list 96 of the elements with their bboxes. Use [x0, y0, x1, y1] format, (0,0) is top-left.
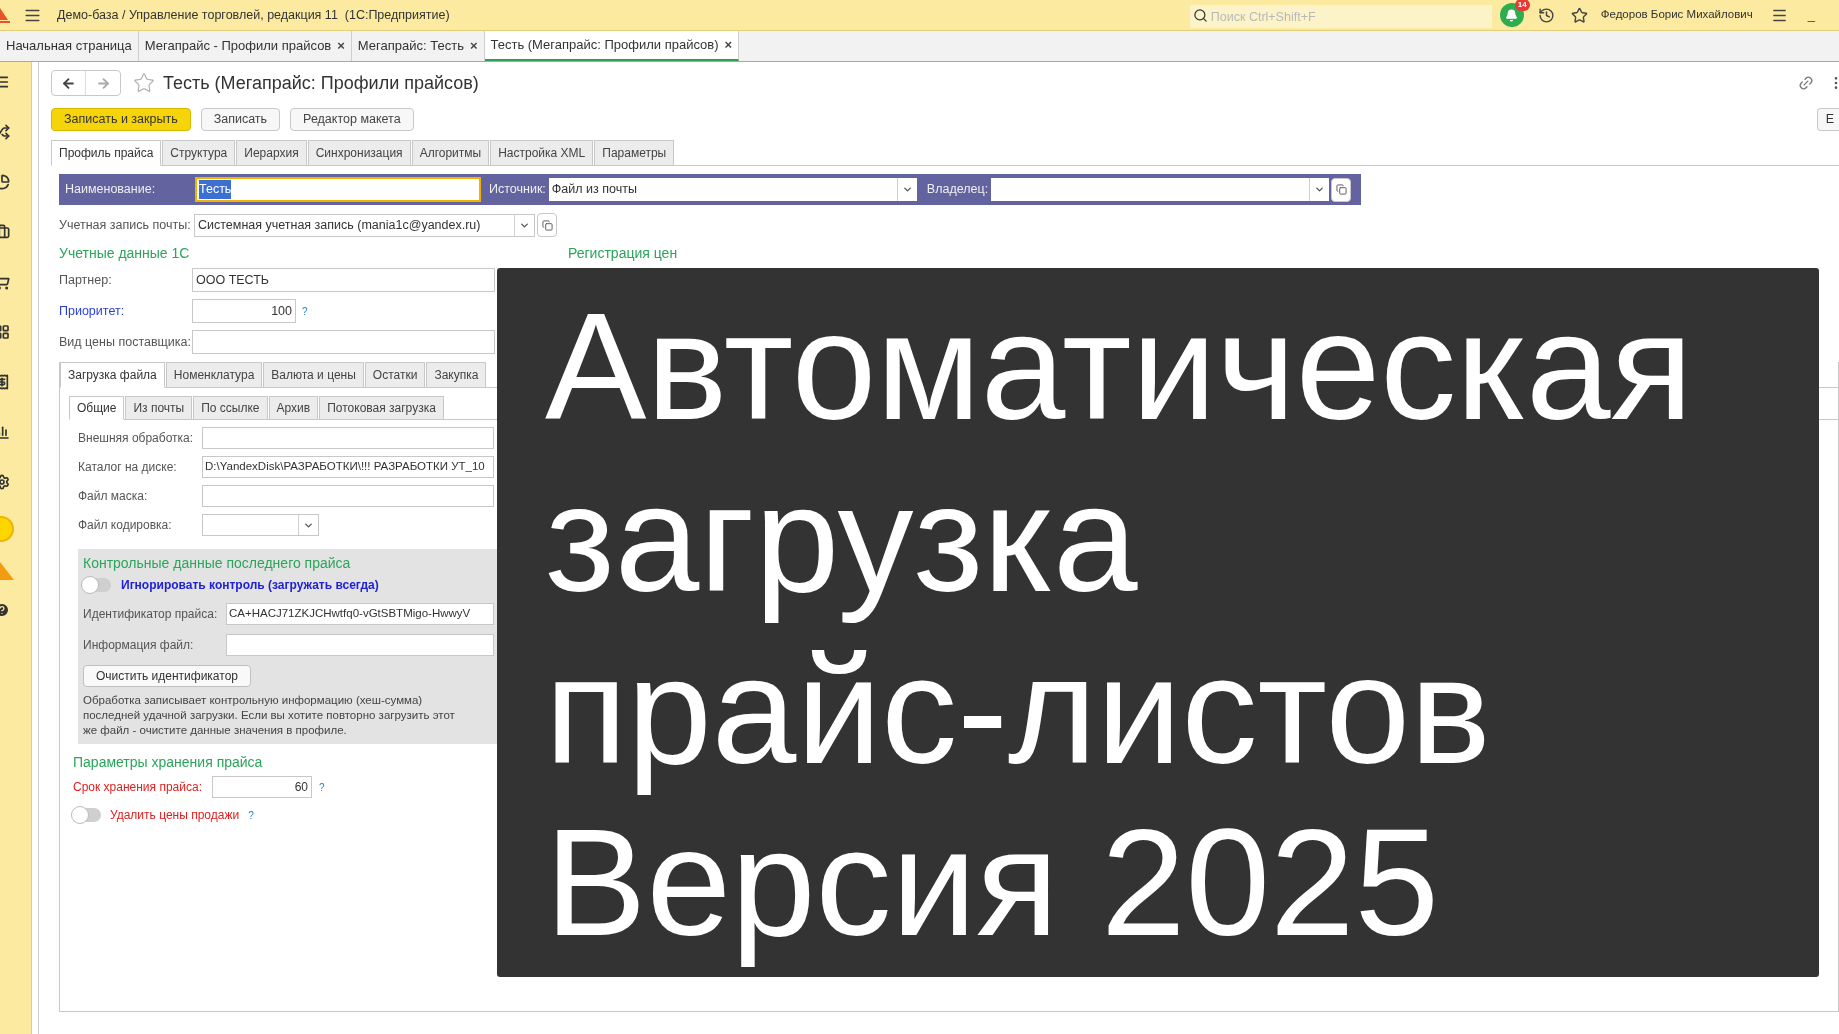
- open-button[interactable]: [1331, 177, 1352, 202]
- toggle-label[interactable]: Игнорировать контроль (загружать всегда): [121, 576, 379, 594]
- tab[interactable]: Архив: [268, 396, 319, 420]
- text-field[interactable]: D:\YandexDisk\РАЗРАБОТКИ\!!! РАЗРАБОТКИ УТ_10: [202, 456, 494, 478]
- field-label: Срок хранения прайса:: [73, 779, 203, 796]
- window-tab[interactable]: Начальная страница: [0, 31, 139, 61]
- priority-field[interactable]: 100: [192, 299, 296, 323]
- file-info-field[interactable]: [226, 634, 494, 656]
- tab[interactable]: Валюта и цены: [263, 362, 364, 388]
- close-icon[interactable]: ×: [337, 36, 345, 56]
- tab[interactable]: По ссылке: [193, 396, 268, 420]
- field-label[interactable]: Приоритет:: [59, 301, 192, 321]
- help-icon[interactable]: ?: [319, 779, 325, 795]
- tab[interactable]: Общие: [69, 396, 125, 420]
- tab[interactable]: Алгоритмы: [411, 140, 490, 166]
- notification-count: 14: [1514, 0, 1530, 11]
- source-field[interactable]: Файл из почты: [548, 178, 917, 201]
- toggle-label[interactable]: Удалить цены продажи: [110, 806, 240, 824]
- help-icon[interactable]: ?: [248, 807, 254, 823]
- partner-field[interactable]: ООО ТЕСТЬ: [192, 268, 495, 292]
- search-field[interactable]: Поиск Ctrl+Shift+F: [1189, 5, 1492, 28]
- open-button[interactable]: [537, 213, 557, 237]
- caret-icon: [1314, 184, 1326, 195]
- star-icon[interactable]: [1570, 6, 1588, 24]
- field-label: Учетная запись почты:: [59, 216, 192, 234]
- toggle-switch[interactable]: [83, 578, 111, 592]
- open-icon: [541, 219, 553, 231]
- mail-account-field[interactable]: Системная учетная запись (mania1c@yandex.ru): [194, 213, 535, 237]
- field-label: Файл маска:: [78, 488, 149, 505]
- banner-line: Автоматическая: [545, 280, 1694, 452]
- tab-label: Мегапрайс - Профили прайсов: [144, 37, 332, 56]
- field-label: Наименование:: [65, 181, 157, 199]
- owner-field[interactable]: [991, 178, 1330, 201]
- clear-id-button[interactable]: Очистить идентификатор: [83, 665, 251, 687]
- text-field[interactable]: [202, 485, 494, 507]
- tab[interactable]: Параметры: [594, 140, 675, 166]
- encoding-field[interactable]: [202, 514, 319, 536]
- tab[interactable]: Из почты: [125, 396, 193, 420]
- tab[interactable]: Потоковая загрузка: [319, 396, 444, 420]
- field-label: Каталог на диске:: [78, 459, 178, 476]
- tab[interactable]: Загрузка файла: [60, 362, 165, 388]
- banner-line: загрузка: [545, 452, 1139, 624]
- toolbar-button[interactable]: Записать и закрыть: [51, 107, 191, 131]
- field-label: Идентификатор прайса:: [83, 606, 219, 623]
- field-label: Партнер:: [59, 271, 113, 289]
- tab[interactable]: Иерархия: [236, 140, 307, 166]
- toggle-switch[interactable]: [73, 808, 101, 822]
- window-tab[interactable]: Мегапрайс: Тесть ×: [351, 31, 485, 61]
- bell-icon: [1505, 8, 1519, 22]
- field-label: Информация файл:: [83, 637, 195, 654]
- price-id-field[interactable]: CA+HACJ71ZKJCHwtfq0-vGtSBTMigo-HwwyV: [226, 603, 494, 625]
- tab-label: Мегапрайс: Тесть: [357, 37, 464, 56]
- window-tab[interactable]: Тесть (Мегапрайс: Профили прайсов) ×: [484, 31, 740, 61]
- tab[interactable]: Синхронизация: [307, 140, 411, 166]
- section-heading: Регистрация цен: [568, 244, 678, 263]
- field-label: Внешняя обработка:: [78, 430, 195, 447]
- tab-label: Начальная страница: [6, 37, 132, 56]
- storage-term-field[interactable]: 60: [212, 776, 312, 798]
- tab[interactable]: Номенклатура: [165, 362, 263, 388]
- caret-icon: [901, 184, 913, 195]
- open-icon: [1335, 184, 1347, 195]
- field-label: Владелец:: [926, 181, 989, 199]
- tab[interactable]: Настройка XML: [490, 140, 594, 166]
- processing-field[interactable]: [202, 427, 494, 449]
- logo-icon: [0, 6, 10, 24]
- field-label: Вид цены поставщика:: [59, 333, 192, 351]
- window-title: Демо-база / Управление торговлей, редакция 11 (1С:Предприятие): [57, 6, 450, 24]
- toolbar-button[interactable]: Записать: [200, 107, 281, 131]
- tab[interactable]: Профиль прайса: [51, 140, 162, 166]
- user-name[interactable]: Федоров Борис Михайлович: [1600, 6, 1753, 24]
- tab[interactable]: Закупка: [426, 362, 487, 388]
- supplier-price-field[interactable]: [192, 330, 495, 354]
- help-icon[interactable]: ?: [302, 303, 308, 319]
- name-field[interactable]: Тесть: [195, 177, 481, 202]
- minimize-button[interactable]: _: [1807, 5, 1815, 25]
- document-title: Тесть (Мегапрайс: Профили прайсов): [163, 71, 479, 95]
- close-icon[interactable]: ×: [469, 36, 478, 56]
- favorite-star-icon[interactable]: [133, 72, 155, 94]
- tab[interactable]: Остатки: [364, 362, 426, 388]
- forward-arrow-icon: [95, 75, 111, 91]
- close-icon[interactable]: ×: [724, 35, 733, 55]
- banner-line: прайс-листов: [545, 624, 1492, 796]
- banner-line: Версия 2025: [545, 796, 1441, 968]
- tab[interactable]: Структура: [162, 140, 236, 166]
- section-heading: Контрольные данные последнего прайса: [83, 554, 352, 573]
- field-label: Источник:: [489, 181, 546, 199]
- toolbar-button[interactable]: Е: [1816, 107, 1839, 131]
- search-icon: [1192, 7, 1208, 23]
- window-tab[interactable]: Мегапрайс - Профили прайсов ×: [138, 31, 352, 61]
- tab-label: Тесть (Мегапрайс: Профили прайсов): [490, 36, 719, 55]
- toolbar-button[interactable]: Редактор макета: [290, 107, 414, 131]
- history-icon[interactable]: [1537, 6, 1555, 24]
- note-text: Обработка записывает контрольную информацию (хеш-сумма) последней удачной загрузки. Если вы хотите повторно загрузить этот же файл - очистите данные значения в профиле.: [83, 693, 456, 738]
- field-label: Файл кодировка:: [78, 517, 173, 534]
- section-heading: Учетные данные 1С: [59, 244, 191, 263]
- section-heading: Параметры хранения прайса: [73, 753, 264, 772]
